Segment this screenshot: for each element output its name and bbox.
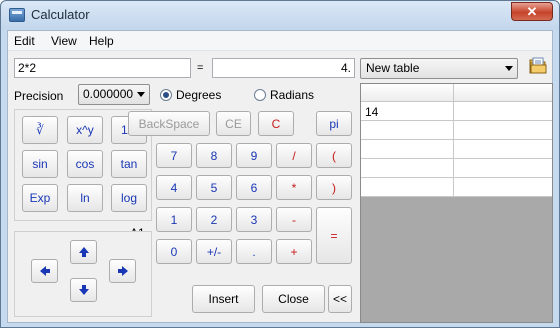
digit-3-button[interactable]: 3 <box>236 207 272 232</box>
digit-9-button[interactable]: 9 <box>236 143 272 168</box>
calculator-window: Calculator ✕ Edit View Help 2*2 = 4. New… <box>0 0 560 328</box>
calculator-app-icon <box>9 8 25 22</box>
power-button[interactable]: x^y <box>67 116 103 144</box>
divide-button[interactable]: / <box>276 143 312 168</box>
table-select-value: New table <box>366 61 420 75</box>
cube-root-button[interactable]: ∛ <box>22 116 58 144</box>
close-button[interactable]: Close <box>262 285 325 313</box>
close-window-button[interactable]: ✕ <box>511 2 553 21</box>
equals-label: = <box>197 62 204 74</box>
table-row[interactable]: 14 <box>361 102 552 121</box>
radians-radio[interactable] <box>254 89 266 101</box>
cos-button[interactable]: cos <box>67 150 103 178</box>
ln-button[interactable]: ln <box>67 184 103 212</box>
chevron-down-icon <box>137 92 145 97</box>
digit-4-button[interactable]: 4 <box>156 175 192 200</box>
right-paren-button[interactable]: ) <box>316 175 352 200</box>
table-select[interactable]: New table <box>360 58 518 79</box>
move-left-button[interactable] <box>31 259 58 283</box>
left-paren-button[interactable]: ( <box>316 143 352 168</box>
tan-button[interactable]: tan <box>111 150 147 178</box>
add-button[interactable]: + <box>276 239 312 264</box>
collapse-button[interactable]: << <box>328 285 352 313</box>
navigation-panel <box>14 231 152 317</box>
sin-button[interactable]: sin <box>22 150 58 178</box>
precision-label: Precision <box>14 89 64 103</box>
expression-input[interactable]: 2*2 <box>14 58 191 78</box>
client-area: Edit View Help 2*2 = 4. New table Precis… <box>7 30 553 323</box>
degrees-radio[interactable] <box>160 89 172 101</box>
log-button[interactable]: log <box>111 184 147 212</box>
negate-button[interactable]: +/- <box>196 239 232 264</box>
multiply-button[interactable]: * <box>276 175 312 200</box>
precision-select-value: 0.000000 <box>83 87 134 101</box>
digit-5-button[interactable]: 5 <box>196 175 232 200</box>
subtract-button[interactable]: - <box>276 207 312 232</box>
table-cell: 14 <box>365 105 379 119</box>
menu-bar: Edit View Help <box>8 31 552 51</box>
title-bar[interactable]: Calculator ✕ <box>1 1 559 29</box>
exp-button[interactable]: Exp <box>22 184 58 212</box>
precision-select[interactable]: 0.000000 <box>78 84 150 105</box>
result-field[interactable]: 4. <box>212 58 355 78</box>
equals-button[interactable]: = <box>316 207 352 264</box>
pi-button[interactable]: pi <box>316 111 352 136</box>
digit-7-button[interactable]: 7 <box>156 143 192 168</box>
clear-entry-button[interactable]: CE <box>216 111 251 136</box>
arrow-right-icon <box>117 266 128 276</box>
digit-6-button[interactable]: 6 <box>236 175 272 200</box>
arrow-left-icon <box>39 266 50 276</box>
move-down-button[interactable] <box>70 278 97 302</box>
table-row[interactable] <box>361 140 552 159</box>
arrow-down-icon <box>78 285 89 295</box>
clear-button[interactable]: C <box>258 111 294 136</box>
arrow-up-icon <box>78 247 89 257</box>
open-folder-icon[interactable] <box>529 57 547 75</box>
menu-help[interactable]: Help <box>89 34 114 48</box>
digit-0-button[interactable]: 0 <box>156 239 192 264</box>
digit-1-button[interactable]: 1 <box>156 207 192 232</box>
table-header <box>361 84 552 102</box>
menu-view[interactable]: View <box>51 34 77 48</box>
table-row[interactable] <box>361 121 552 140</box>
backspace-button[interactable]: BackSpace <box>128 111 210 136</box>
window-title: Calculator <box>31 7 90 22</box>
radians-label: Radians <box>270 88 315 102</box>
chevron-down-icon <box>505 66 513 71</box>
digit-8-button[interactable]: 8 <box>196 143 232 168</box>
degrees-label: Degrees <box>176 88 222 102</box>
move-right-button[interactable] <box>109 259 136 283</box>
results-table[interactable]: 14 <box>360 83 553 323</box>
menu-edit[interactable]: Edit <box>14 34 35 48</box>
decimal-point-button[interactable]: . <box>236 239 272 264</box>
table-row[interactable] <box>361 178 552 197</box>
table-row[interactable] <box>361 159 552 178</box>
move-up-button[interactable] <box>70 240 97 264</box>
insert-button[interactable]: Insert <box>192 285 255 313</box>
digit-2-button[interactable]: 2 <box>196 207 232 232</box>
